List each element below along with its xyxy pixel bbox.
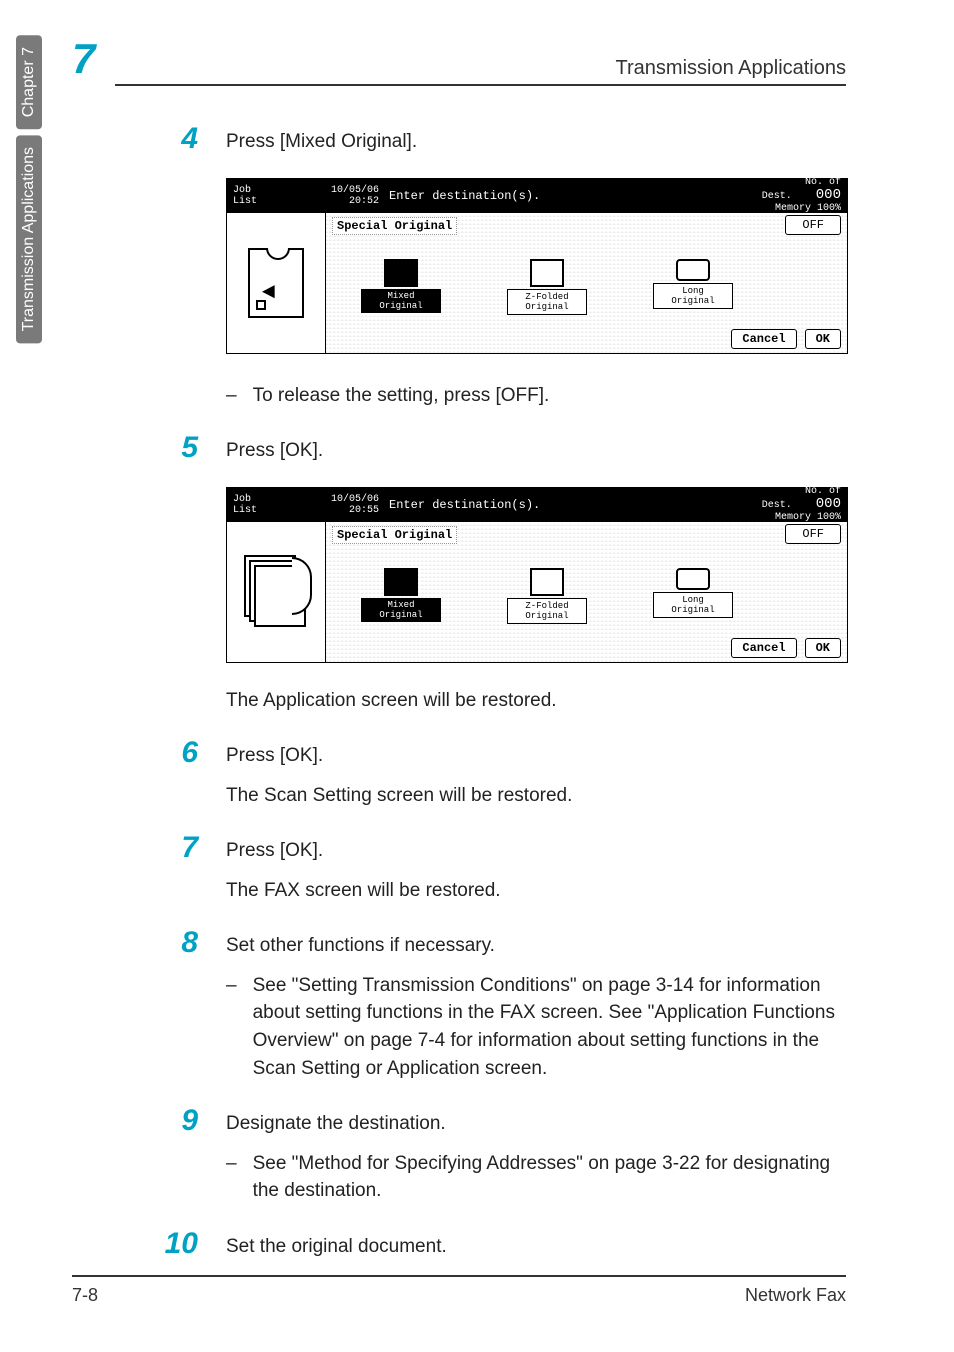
long-original-icon-2 — [676, 568, 710, 590]
header-title: Transmission Applications — [616, 57, 846, 80]
mixed-original-label: Mixed Original — [361, 289, 441, 313]
job-list-tab[interactable]: Job List — [227, 179, 325, 213]
lcd-preview-2 — [227, 522, 325, 662]
ok-button-1[interactable]: OK — [805, 329, 841, 349]
lcd-dest-count-1: 000 — [816, 187, 841, 203]
step-4-note: To release the setting, press [OFF]. — [253, 382, 550, 410]
step-4-text: Press [Mixed Original]. — [226, 128, 846, 156]
zfolded-original-label-2: Z-Folded Original — [507, 598, 587, 624]
step-7-text: Press [OK]. — [226, 837, 846, 865]
dash-icon: – — [226, 382, 237, 410]
step-9-text: Designate the destination. — [226, 1110, 846, 1138]
mixed-original-button-1[interactable]: Mixed Original — [346, 259, 456, 315]
lcd-screenshot-1: Job List 10/05/06 20:52 Enter destinatio… — [226, 178, 848, 354]
step-5-after-row: The Application screen will be restored. — [158, 681, 846, 727]
mixed-original-label-2: Mixed Original — [361, 598, 441, 622]
step-8-num: 8 — [158, 926, 198, 1094]
step-6-text: Press [OK]. — [226, 742, 846, 770]
tab-chapter: Chapter 7 — [16, 35, 42, 129]
step-9-note: See "Method for Specifying Addresses" on… — [253, 1150, 846, 1205]
step-4-num: 4 — [158, 122, 198, 168]
long-original-button-1[interactable]: Long Original — [638, 259, 748, 315]
step-5-text: Press [OK]. — [226, 437, 846, 465]
lcd-prompt-1: Enter destination(s). — [379, 189, 762, 203]
mixed-original-button-2[interactable]: Mixed Original — [346, 568, 456, 624]
zfolded-original-label: Z-Folded Original — [507, 289, 587, 315]
step-8-text: Set other functions if necessary. — [226, 932, 846, 960]
ok-button-2[interactable]: OK — [805, 638, 841, 658]
page-root: 7 Transmission Applications Chapter 7 Tr… — [0, 0, 954, 1352]
long-original-label: Long Original — [653, 283, 733, 309]
step-7-after: The FAX screen will be restored. — [226, 877, 846, 905]
lcd-dest-count-2: 000 — [816, 496, 841, 512]
footer: 7-8 Network Fax — [72, 1275, 846, 1306]
footer-doc: Network Fax — [745, 1285, 846, 1306]
mixed-original-icon-2 — [384, 568, 418, 596]
content: 4 Press [Mixed Original]. Job List 10/05… — [158, 122, 846, 1282]
cancel-button-2[interactable]: Cancel — [731, 638, 796, 658]
side-number: 7 — [72, 35, 95, 83]
panel-title-1: Special Original — [332, 217, 457, 235]
panel-title-2: Special Original — [332, 526, 457, 544]
lcd-date-1: 10/05/06 — [331, 185, 379, 196]
mixed-original-icon — [384, 259, 418, 287]
dash-icon-9: – — [226, 1150, 237, 1205]
long-original-button-2[interactable]: Long Original — [638, 568, 748, 624]
job-list-label-2: Job List — [233, 494, 324, 516]
step-10-text: Set the original document. — [226, 1233, 846, 1261]
job-list-tab-2[interactable]: Job List — [227, 488, 325, 522]
zfolded-original-button-2[interactable]: Z-Folded Original — [492, 568, 602, 624]
step-7: 7 Press [OK]. The FAX screen will be res… — [158, 831, 846, 916]
lcd-time-2: 20:55 — [331, 505, 379, 516]
step-6-num: 6 — [158, 736, 198, 821]
step-6: 6 Press [OK]. The Scan Setting screen wi… — [158, 736, 846, 821]
lcd-prompt-2: Enter destination(s). — [379, 498, 762, 512]
lcd-time-1: 20:52 — [331, 196, 379, 207]
step-9-num: 9 — [158, 1104, 198, 1217]
step-5-num: 5 — [158, 431, 198, 477]
step-4-note-row: – To release the setting, press [OFF]. — [158, 372, 846, 422]
header-rule — [115, 84, 846, 86]
lcd-preview-1: ◄ — [227, 213, 325, 353]
step-5-after: The Application screen will be restored. — [226, 687, 846, 715]
job-list-label: Job List — [233, 185, 324, 207]
step-10: 10 Set the original document. — [158, 1227, 846, 1273]
side-tabs: Chapter 7 Transmission Applications — [16, 35, 42, 344]
zfolded-original-icon-2 — [530, 568, 564, 596]
cancel-button-1[interactable]: Cancel — [731, 329, 796, 349]
step-8: 8 Set other functions if necessary. – Se… — [158, 926, 846, 1094]
step-8-note: See "Setting Transmission Conditions" on… — [253, 972, 846, 1082]
step-7-num: 7 — [158, 831, 198, 916]
step-6-after: The Scan Setting screen will be restored… — [226, 782, 846, 810]
off-button-1[interactable]: OFF — [785, 215, 841, 235]
step-4: 4 Press [Mixed Original]. — [158, 122, 846, 168]
tab-section: Transmission Applications — [16, 135, 42, 343]
long-original-label-2: Long Original — [653, 592, 733, 618]
step-10-num: 10 — [158, 1227, 198, 1273]
zfolded-original-icon — [530, 259, 564, 287]
dash-icon-8: – — [226, 972, 237, 1082]
lcd-screenshot-2: Job List 10/05/06 20:55 Enter destinatio… — [226, 487, 848, 663]
footer-page: 7-8 — [72, 1285, 98, 1306]
off-button-2[interactable]: OFF — [785, 524, 841, 544]
long-original-icon — [676, 259, 710, 281]
lcd-date-2: 10/05/06 — [331, 494, 379, 505]
step-5: 5 Press [OK]. — [158, 431, 846, 477]
zfolded-original-button-1[interactable]: Z-Folded Original — [492, 259, 602, 315]
step-9: 9 Designate the destination. – See "Meth… — [158, 1104, 846, 1217]
